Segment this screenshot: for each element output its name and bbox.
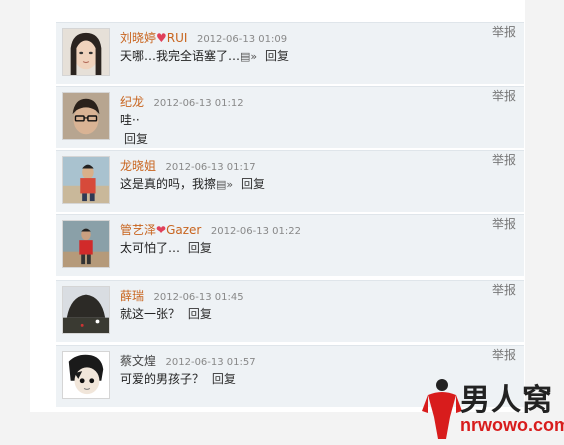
comment-text: 哇·· 回复 — [120, 113, 149, 147]
watermark-url: nrwowo.com — [460, 415, 564, 435]
comment-item: 纪龙 2012-06-13 01:12 哇·· 回复 举报 — [56, 86, 524, 148]
report-link[interactable]: 举报 — [492, 87, 516, 104]
comment-meta: 蔡文煌 2012-06-13 01:57 — [120, 352, 256, 369]
site-watermark: 男人窝 nrwowo.com — [420, 375, 564, 445]
comment-text: 可爱的男孩子？ 回复 — [120, 372, 236, 386]
comment-text: 这是真的吗，我擦▤» 回复 — [120, 177, 265, 191]
timestamp: 2012-06-13 01:57 — [165, 357, 256, 368]
reply-link[interactable]: 回复 — [212, 372, 236, 386]
comment-meta: 薛瑞 2012-06-13 01:45 — [120, 287, 244, 304]
comment-item: 管艺泽❤Gazer 2012-06-13 01:22 太可怕了… 回复 举报 — [56, 214, 524, 276]
timestamp: 2012-06-13 01:09 — [196, 34, 288, 45]
report-link[interactable]: 举报 — [492, 151, 516, 168]
comment-text: 太可怕了… 回复 — [120, 241, 212, 255]
report-link[interactable]: 举报 — [492, 23, 516, 40]
comment-text: 就这一张？ 回复 — [120, 307, 212, 321]
emoticon-icon: ▤» — [240, 50, 258, 63]
comment-item: 薛瑞 2012-06-13 01:45 就这一张？ 回复 举报 — [56, 280, 524, 342]
comment-text: 天哪…我完全语塞了…▤» 回复 — [120, 49, 289, 63]
reply-link[interactable]: 回复 — [188, 307, 212, 321]
user-avatar[interactable] — [62, 92, 110, 140]
username-link[interactable]: 管艺泽❤Gazer — [120, 223, 201, 237]
user-avatar[interactable] — [62, 156, 110, 204]
heart-icon: ♥ — [156, 31, 167, 45]
heart-icon: ❤ — [156, 223, 167, 237]
report-link[interactable]: 举报 — [492, 215, 516, 232]
reply-link[interactable]: 回复 — [124, 130, 148, 147]
user-avatar[interactable] — [62, 351, 110, 399]
timestamp: 2012-06-13 01:45 — [153, 292, 244, 303]
reply-link[interactable]: 回复 — [188, 241, 212, 255]
user-avatar[interactable] — [62, 286, 110, 334]
comment-meta: 管艺泽❤Gazer 2012-06-13 01:22 — [120, 221, 301, 238]
username-link[interactable]: 刘晓婷♥RUI — [120, 31, 187, 45]
emoticon-icon: ▤» — [216, 178, 234, 191]
reply-link[interactable]: 回复 — [265, 49, 289, 63]
username-link[interactable]: 薛瑞 — [120, 289, 144, 303]
user-avatar[interactable] — [62, 28, 110, 76]
username-link[interactable]: 龙晓姐 — [120, 159, 156, 173]
timestamp: 2012-06-13 01:22 — [210, 226, 301, 237]
comment-meta: 刘晓婷♥RUI 2012-06-13 01:09 — [120, 29, 287, 46]
report-link[interactable]: 举报 — [492, 346, 516, 363]
comment-item: 龙晓姐 2012-06-13 01:17 这是真的吗，我擦▤» 回复 举报 — [56, 150, 524, 212]
comment-meta: 龙晓姐 2012-06-13 01:17 — [120, 157, 256, 174]
reply-link[interactable]: 回复 — [241, 177, 265, 191]
logo-figure-icon — [422, 379, 462, 439]
timestamp: 2012-06-13 01:17 — [165, 162, 256, 173]
watermark-brand: 男人窝 — [460, 383, 553, 418]
user-avatar[interactable] — [62, 220, 110, 268]
comment-item: 刘晓婷♥RUI 2012-06-13 01:09 天哪…我完全语塞了…▤» 回复… — [56, 22, 524, 84]
username-link[interactable]: 蔡文煌 — [120, 354, 156, 368]
report-link[interactable]: 举报 — [492, 281, 516, 298]
timestamp: 2012-06-13 01:12 — [153, 98, 244, 109]
comment-meta: 纪龙 2012-06-13 01:12 — [120, 93, 244, 110]
username-link[interactable]: 纪龙 — [120, 95, 144, 109]
